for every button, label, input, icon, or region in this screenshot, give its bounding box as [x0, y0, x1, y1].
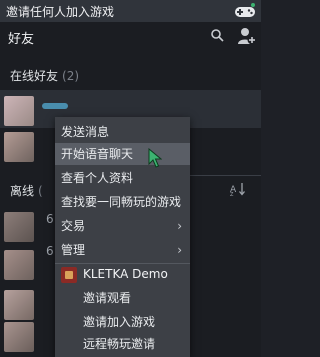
invite-banner-title[interactable]: 邀请任何人加入游戏	[6, 3, 114, 20]
menu-item-manage[interactable]: 管理 ›	[55, 239, 190, 261]
friends-header: 好友	[0, 22, 261, 50]
menu-item-label: 查找要一同畅玩的游戏	[61, 195, 182, 209]
game-section-header: KLETKA Demo	[55, 263, 190, 287]
menu-item-label: 管理	[61, 243, 86, 257]
menu-item-invite-watch[interactable]: 邀请观看	[55, 287, 190, 309]
menu-item-start-voice-chat[interactable]: 开始语音聊天	[55, 143, 190, 165]
friends-title: 好友	[8, 32, 35, 47]
friend-name-blur	[42, 103, 68, 109]
svg-text:Z: Z	[230, 192, 234, 196]
friend-context-menu: 发送消息 开始语音聊天 查看个人资料 查找要一同畅玩的游戏 交易 › 管理 › KL…	[55, 117, 190, 357]
avatar[interactable]	[4, 96, 34, 126]
avatar[interactable]	[4, 212, 34, 242]
menu-item-label: 开始语音聊天	[61, 147, 134, 161]
menu-item-label: 邀请加入游戏	[83, 315, 156, 329]
search-icon[interactable]	[210, 28, 224, 42]
mouse-cursor-icon	[148, 148, 162, 168]
online-group-label: 在线好友	[10, 69, 59, 83]
menu-item-label: 远程畅玩邀请	[83, 337, 156, 351]
friend-row-text: 6	[46, 244, 54, 258]
avatar[interactable]	[4, 250, 34, 280]
game-icon	[61, 267, 77, 283]
menu-item-view-profile[interactable]: 查看个人资料	[55, 167, 190, 189]
game-name: KLETKA Demo	[83, 267, 168, 281]
avatar[interactable]	[4, 132, 34, 162]
online-group-count: (2)	[62, 69, 80, 83]
menu-item-send-message[interactable]: 发送消息	[55, 121, 190, 143]
menu-item-invite-join-game[interactable]: 邀请加入游戏	[55, 311, 190, 333]
offline-friends-group[interactable]: 离线(	[10, 182, 43, 199]
avatar[interactable]	[4, 322, 34, 352]
chevron-right-icon: ›	[177, 243, 182, 257]
sort-icon[interactable]: A Z	[230, 182, 246, 196]
menu-item-label: 邀请观看	[83, 291, 132, 305]
menu-item-find-games[interactable]: 查找要一同畅玩的游戏	[55, 191, 190, 213]
top-bar: 邀请任何人加入游戏	[0, 0, 261, 22]
menu-item-trade[interactable]: 交易 ›	[55, 215, 190, 237]
online-friends-group[interactable]: 在线好友 (2)	[10, 67, 79, 84]
add-friend-icon[interactable]	[237, 26, 257, 46]
friend-row-text: 6	[46, 212, 54, 226]
chevron-right-icon: ›	[177, 219, 182, 233]
menu-item-label: 交易	[61, 219, 86, 233]
offline-group-label: 离线	[10, 184, 35, 198]
divider	[190, 175, 261, 176]
menu-item-label: 查看个人资料	[61, 171, 134, 185]
gamepad-icon[interactable]	[233, 2, 257, 20]
avatar[interactable]	[4, 290, 34, 320]
offline-group-count: (	[38, 184, 43, 198]
menu-item-remote-play-invite[interactable]: 远程畅玩邀请	[55, 333, 190, 355]
menu-item-label: 发送消息	[61, 125, 110, 139]
